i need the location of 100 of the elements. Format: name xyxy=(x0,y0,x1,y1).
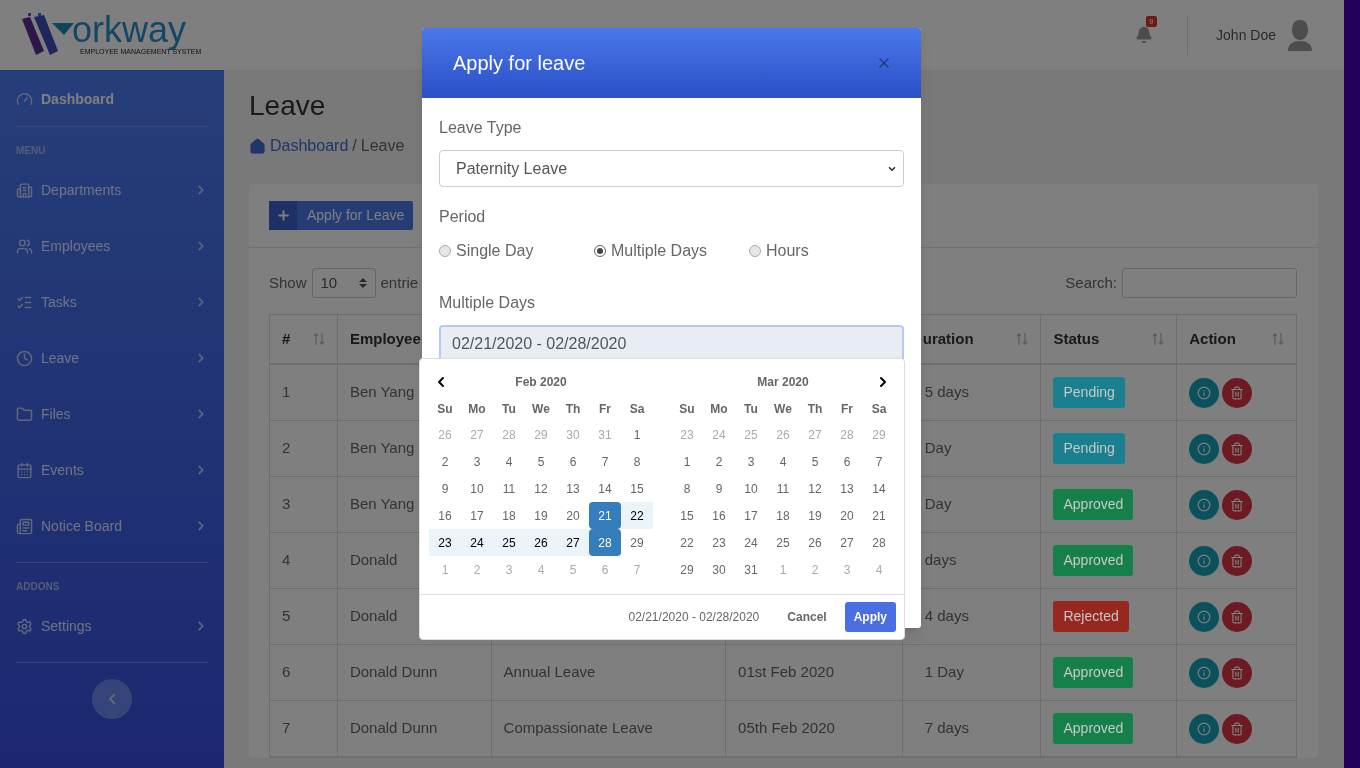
info-button[interactable] xyxy=(1189,545,1220,576)
info-button[interactable] xyxy=(1189,433,1220,464)
calendar-day[interactable]: 9 xyxy=(429,475,461,502)
calendar-day[interactable]: 6 xyxy=(557,448,589,475)
calendar-day[interactable]: 11 xyxy=(493,475,525,502)
calendar-day[interactable]: 6 xyxy=(831,448,863,475)
calendar-day[interactable]: 17 xyxy=(461,502,493,529)
delete-button[interactable] xyxy=(1222,601,1253,632)
calendar-day[interactable]: 26 xyxy=(799,529,831,556)
calendar-day[interactable]: 2 xyxy=(703,448,735,475)
calendar-day[interactable]: 1 xyxy=(621,421,653,448)
calendar-day[interactable]: 16 xyxy=(429,502,461,529)
info-button[interactable] xyxy=(1189,601,1220,632)
info-button[interactable] xyxy=(1189,657,1220,688)
radio-button[interactable] xyxy=(749,245,761,257)
calendar-day[interactable]: 18 xyxy=(767,502,799,529)
calendar-day[interactable]: 14 xyxy=(863,475,895,502)
apply-button[interactable]: Apply xyxy=(844,602,896,632)
calendar-day[interactable]: 19 xyxy=(799,502,831,529)
info-button[interactable] xyxy=(1189,377,1220,408)
calendar-day[interactable]: 20 xyxy=(557,502,589,529)
sort-icon[interactable] xyxy=(1016,332,1029,346)
calendar-day[interactable]: 8 xyxy=(621,448,653,475)
calendar-day[interactable]: 1 xyxy=(671,448,703,475)
calendar-day[interactable]: 16 xyxy=(703,502,735,529)
calendar-day[interactable]: 13 xyxy=(557,475,589,502)
calendar-day[interactable]: 18 xyxy=(493,502,525,529)
calendar-day[interactable]: 10 xyxy=(461,475,493,502)
calendar-day[interactable]: 20 xyxy=(831,502,863,529)
sort-icon[interactable] xyxy=(312,332,325,346)
notification-bell-icon[interactable] xyxy=(1135,26,1154,44)
calendar-day[interactable]: 24 xyxy=(461,529,493,556)
calendar-day[interactable]: 26 xyxy=(525,529,557,556)
calendar-day[interactable]: 30 xyxy=(703,556,735,583)
calendar-day[interactable]: 9 xyxy=(703,475,735,502)
calendar-day[interactable]: 29 xyxy=(621,529,653,556)
sort-icon[interactable] xyxy=(1152,332,1165,346)
info-button[interactable] xyxy=(1189,489,1220,520)
calendar-day[interactable]: 21 xyxy=(589,502,621,529)
calendar-day[interactable]: 25 xyxy=(767,529,799,556)
calendar-day[interactable]: 27 xyxy=(557,529,589,556)
radio-button[interactable] xyxy=(594,245,606,257)
calendar-day[interactable]: 12 xyxy=(525,475,557,502)
radio-button[interactable] xyxy=(439,245,451,257)
calendar-day[interactable]: 15 xyxy=(621,475,653,502)
calendar-day[interactable]: 7 xyxy=(863,448,895,475)
delete-button[interactable] xyxy=(1222,433,1253,464)
user-avatar-icon[interactable] xyxy=(1286,19,1314,51)
delete-button[interactable] xyxy=(1222,489,1253,520)
calendar-day[interactable]: 17 xyxy=(735,502,767,529)
calendar-day[interactable]: 13 xyxy=(831,475,863,502)
delete-button[interactable] xyxy=(1222,545,1253,576)
calendar-day[interactable]: 27 xyxy=(831,529,863,556)
calendar-day[interactable]: 3 xyxy=(735,448,767,475)
home-icon[interactable] xyxy=(249,137,266,155)
user-name[interactable]: John Doe xyxy=(1216,24,1276,46)
calendar-day[interactable]: 5 xyxy=(799,448,831,475)
calendar-day[interactable]: 15 xyxy=(671,502,703,529)
cancel-button[interactable]: Cancel xyxy=(783,603,831,631)
calendar-day[interactable]: 21 xyxy=(863,502,895,529)
calendar-day[interactable]: 19 xyxy=(525,502,557,529)
calendar-day[interactable]: 12 xyxy=(799,475,831,502)
radio-label[interactable]: Multiple Days xyxy=(611,239,708,263)
calendar-day[interactable]: 22 xyxy=(621,502,653,529)
calendar-day[interactable]: 31 xyxy=(735,556,767,583)
calendar-day[interactable]: 5 xyxy=(525,448,557,475)
calendar-day[interactable]: 4 xyxy=(493,448,525,475)
calendar-day[interactable]: 28 xyxy=(863,529,895,556)
leave-type-select[interactable]: Paternity Leave xyxy=(439,150,904,187)
calendar-day[interactable]: 23 xyxy=(703,529,735,556)
radio-label[interactable]: Single Day xyxy=(456,239,534,263)
column-header[interactable]: uration xyxy=(922,327,974,351)
calendar-day[interactable]: 22 xyxy=(671,529,703,556)
delete-button[interactable] xyxy=(1222,657,1253,688)
calendar-day[interactable]: 25 xyxy=(493,529,525,556)
calendar-day[interactable]: 14 xyxy=(589,475,621,502)
calendar-day[interactable]: 4 xyxy=(767,448,799,475)
radio-label[interactable]: Hours xyxy=(766,239,809,263)
column-header[interactable]: Action xyxy=(1189,327,1236,351)
collapse-sidebar-button[interactable] xyxy=(92,679,132,719)
calendar-day[interactable]: 7 xyxy=(589,448,621,475)
page-size-select[interactable]: 10 xyxy=(311,268,376,298)
calendar-day[interactable]: 2 xyxy=(429,448,461,475)
calendar-day[interactable]: 11 xyxy=(767,475,799,502)
calendar-day[interactable]: 24 xyxy=(735,529,767,556)
calendar-day[interactable]: 3 xyxy=(461,448,493,475)
info-button[interactable] xyxy=(1189,713,1220,744)
column-header[interactable]: # xyxy=(282,327,291,351)
calendar-day[interactable]: 23 xyxy=(429,529,461,556)
search-field[interactable] xyxy=(1122,268,1297,298)
delete-button[interactable] xyxy=(1222,713,1253,744)
calendar-day[interactable]: 10 xyxy=(735,475,767,502)
sort-icon[interactable] xyxy=(1272,332,1284,346)
trash-icon xyxy=(1230,497,1245,512)
column-header[interactable]: Employee xyxy=(349,327,421,351)
column-header[interactable]: Status xyxy=(1053,327,1100,351)
calendar-day[interactable]: 28 xyxy=(589,529,621,556)
calendar-day[interactable]: 29 xyxy=(671,556,703,583)
delete-button[interactable] xyxy=(1222,377,1253,408)
calendar-day[interactable]: 8 xyxy=(671,475,703,502)
